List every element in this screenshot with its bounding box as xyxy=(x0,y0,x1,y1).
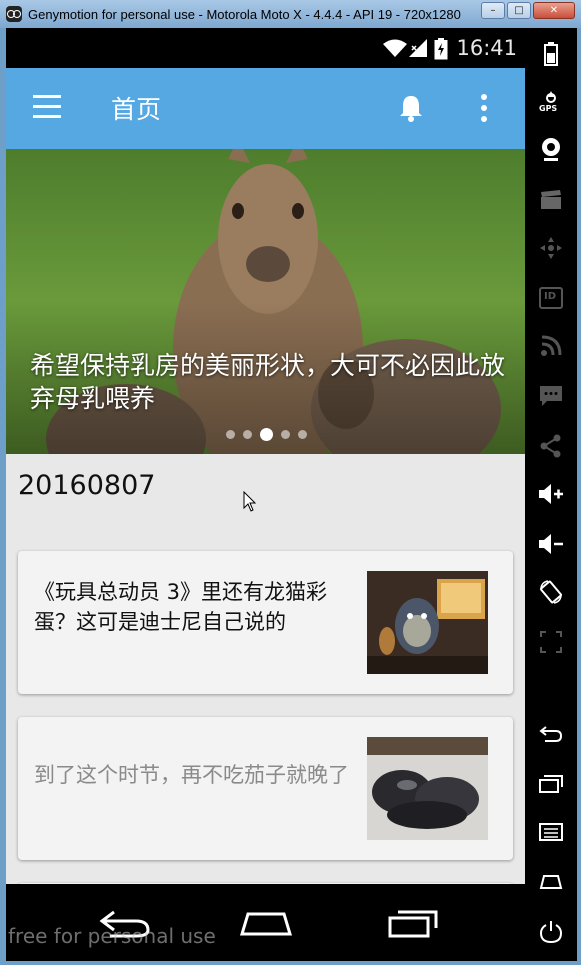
banner-caption: 希望保持乳房的美丽形状，大可不必因此放弃母乳喂养 xyxy=(30,351,506,413)
carousel-indicator xyxy=(226,428,307,441)
emulator-frame: 16:41 首页 希望保持乳房的美丽形状，大可不必因此放弃母乳喂养 201608… xyxy=(6,28,577,961)
hamburger-menu-icon[interactable] xyxy=(33,95,61,119)
volume-up-icon[interactable] xyxy=(535,478,567,510)
app-toolbar: 首页 xyxy=(6,68,525,149)
story-thumbnail xyxy=(367,737,488,840)
minimize-button[interactable]: – xyxy=(481,2,505,19)
wifi-icon xyxy=(383,39,407,57)
battery-icon xyxy=(434,38,448,60)
bell-icon[interactable] xyxy=(398,94,424,122)
android-nav-bar: free for personal use xyxy=(6,884,525,961)
carousel-dot-active[interactable] xyxy=(260,428,273,441)
story-card[interactable]: 《玩具总动员 3》里还有龙猫彩蛋？这可是迪士尼自己说的 xyxy=(18,551,513,694)
story-title: 到了这个时节，再不吃茄子就晚了 xyxy=(34,763,349,787)
story-thumbnail xyxy=(367,571,488,674)
carousel-dot[interactable] xyxy=(243,430,252,439)
status-time: 16:41 xyxy=(456,36,517,60)
fullscreen-icon[interactable] xyxy=(535,626,567,658)
signal-icon xyxy=(409,39,427,57)
story-title: 《玩具总动员 3》里还有龙猫彩蛋？这可是迪士尼自己说的 xyxy=(34,580,328,634)
maximize-button[interactable]: □ xyxy=(507,2,531,19)
close-button[interactable]: ✕ xyxy=(533,2,575,19)
emulator-sidebar: GPS ID xyxy=(525,28,577,961)
home-icon[interactable] xyxy=(535,866,567,898)
power-icon[interactable] xyxy=(535,916,567,948)
genymotion-app-icon xyxy=(6,6,22,22)
battery-widget-icon[interactable] xyxy=(535,38,567,70)
nav-recents-icon[interactable] xyxy=(386,908,440,938)
recents-icon[interactable] xyxy=(535,768,567,800)
device-id-widget-icon[interactable]: ID xyxy=(535,282,567,314)
news-feed[interactable]: 20160807 《玩具总动员 3》里还有龙猫彩蛋？这可是迪士尼自己说的 到了这… xyxy=(6,454,525,884)
back-icon[interactable] xyxy=(535,718,567,750)
watermark-text: free for personal use xyxy=(8,924,216,948)
window-controls: – □ ✕ xyxy=(481,2,575,19)
carousel-dot[interactable] xyxy=(281,430,290,439)
android-status-bar: 16:41 xyxy=(6,28,525,68)
window-title: Genymotion for personal use - Motorola M… xyxy=(28,6,461,22)
rss-widget-icon[interactable] xyxy=(535,330,567,362)
nav-home-icon[interactable] xyxy=(238,908,294,938)
gps-label: GPS xyxy=(539,104,558,113)
emulator-window: Genymotion for personal use - Motorola M… xyxy=(0,0,581,965)
menu-icon[interactable] xyxy=(535,816,567,848)
page-title: 首页 xyxy=(111,95,162,124)
share-widget-icon[interactable] xyxy=(535,430,567,462)
volume-down-icon[interactable] xyxy=(535,528,567,560)
carousel-dot[interactable] xyxy=(226,430,235,439)
carousel-dot[interactable] xyxy=(298,430,307,439)
dpad-widget-icon[interactable] xyxy=(535,232,567,264)
gps-widget-icon[interactable]: GPS xyxy=(535,86,567,118)
mouse-cursor-icon xyxy=(243,491,257,512)
screencast-widget-icon[interactable] xyxy=(535,184,567,216)
story-card[interactable]: 到了这个时节，再不吃茄子就晚了 xyxy=(18,717,513,860)
date-header: 20160807 xyxy=(18,470,156,501)
webcam-widget-icon[interactable] xyxy=(535,134,567,166)
window-title-bar[interactable]: Genymotion for personal use - Motorola M… xyxy=(0,0,581,28)
device-id-label: ID xyxy=(544,291,557,302)
rotate-icon[interactable] xyxy=(535,576,567,608)
sms-widget-icon[interactable] xyxy=(535,380,567,412)
top-story-banner[interactable]: 希望保持乳房的美丽形状，大可不必因此放弃母乳喂养 xyxy=(6,149,525,454)
overflow-menu-icon[interactable] xyxy=(481,94,487,124)
